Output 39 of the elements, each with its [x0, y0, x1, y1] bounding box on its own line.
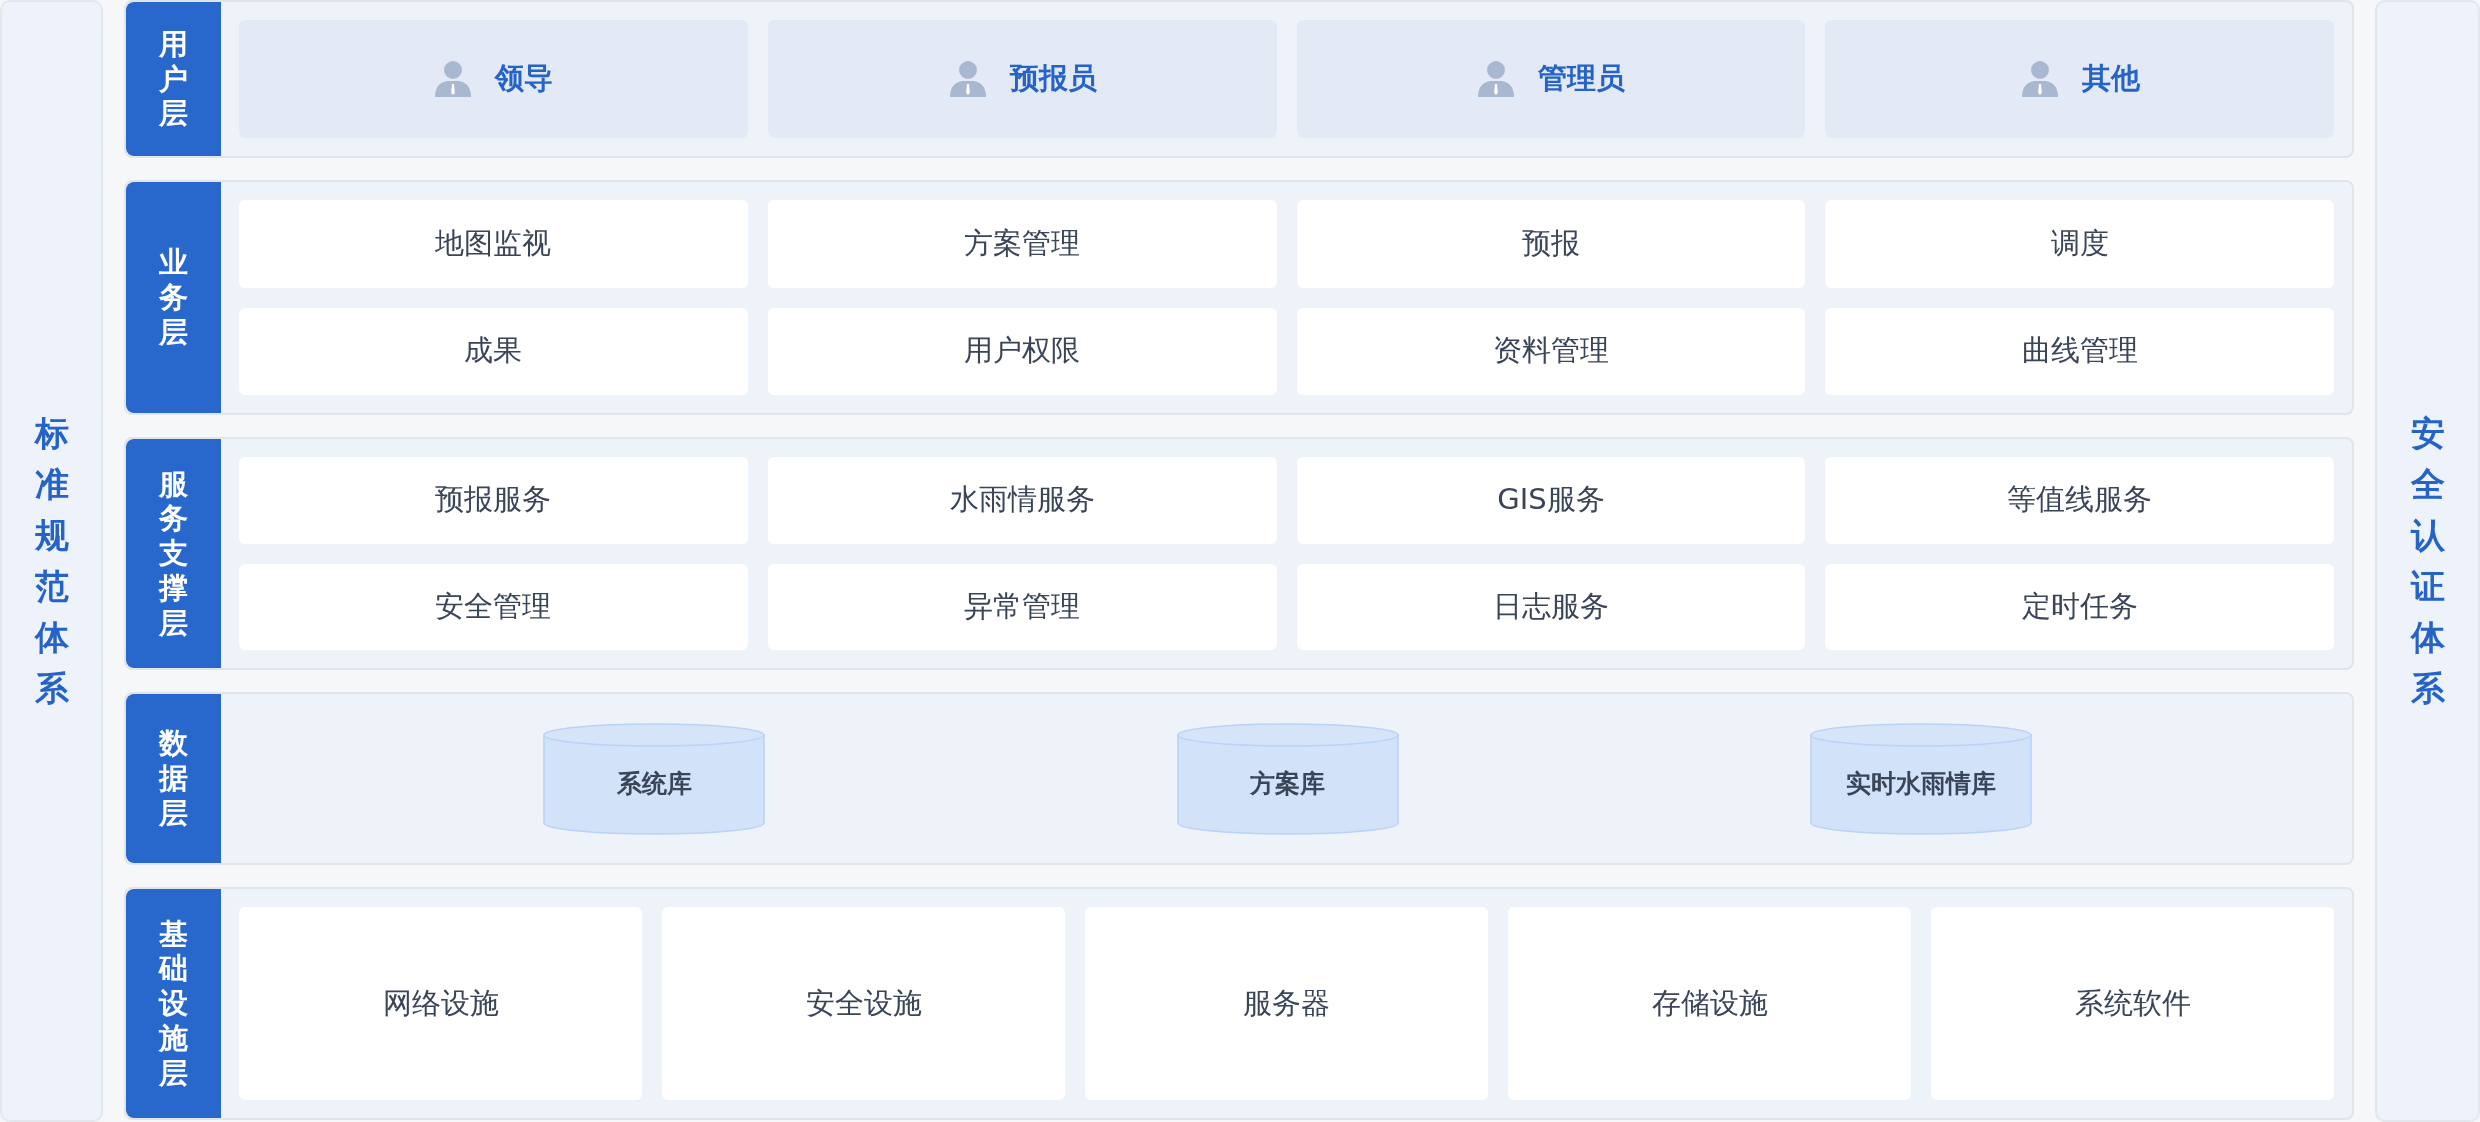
- infrastructure-card: 安全设施: [662, 907, 1065, 1100]
- person-icon: [947, 59, 988, 99]
- layer-label: 用户层: [126, 2, 221, 156]
- layer-label: 业务层: [126, 182, 221, 413]
- person-icon: [1476, 59, 1517, 99]
- module-card: 安全管理: [239, 563, 748, 650]
- module-card: 调度: [1825, 200, 2334, 288]
- database-name: 方案库: [1250, 768, 1325, 800]
- module-card: 异常管理: [767, 563, 1277, 650]
- layer-label: 服务支撑层: [126, 439, 221, 668]
- module-card: 定时任务: [1825, 563, 2334, 650]
- user-role-name: 预报员: [1009, 60, 1097, 97]
- module-card: GIS服务: [1296, 457, 1806, 544]
- infrastructure-card: 系统软件: [1931, 907, 2334, 1100]
- module-card: 日志服务: [1296, 563, 1806, 650]
- user-role-name: 管理员: [1538, 60, 1626, 97]
- module-card: 预报服务: [239, 457, 748, 544]
- person-icon: [2019, 59, 2060, 99]
- module-card: 预报: [1296, 200, 1806, 288]
- infrastructure-card: 存储设施: [1508, 907, 1911, 1100]
- module-card: 成果: [239, 307, 748, 395]
- person-icon: [433, 59, 474, 99]
- module-card: 等值线服务: [1825, 457, 2334, 544]
- module-card: 方案管理: [767, 200, 1277, 288]
- user-role-name: 其他: [2081, 60, 2140, 97]
- module-card: 曲线管理: [1825, 307, 2334, 395]
- module-card: 地图监视: [239, 200, 748, 288]
- side-panel-title: 标准规范体系: [34, 412, 69, 710]
- layer-label: 基础设施层: [126, 889, 221, 1118]
- side-panel-title: 安全认证体系: [2410, 412, 2445, 710]
- module-card: 水雨情服务: [767, 457, 1277, 544]
- module-card: 用户权限: [767, 307, 1277, 395]
- infrastructure-card: 网络设施: [239, 907, 642, 1100]
- user-role-name: 领导: [495, 60, 554, 97]
- infrastructure-card: 服务器: [1085, 907, 1488, 1100]
- database-name: 实时水雨情库: [1846, 768, 1996, 800]
- database-name: 系统库: [616, 768, 692, 800]
- module-card: 资料管理: [1296, 307, 1806, 395]
- layer-label: 数据层: [126, 694, 221, 863]
